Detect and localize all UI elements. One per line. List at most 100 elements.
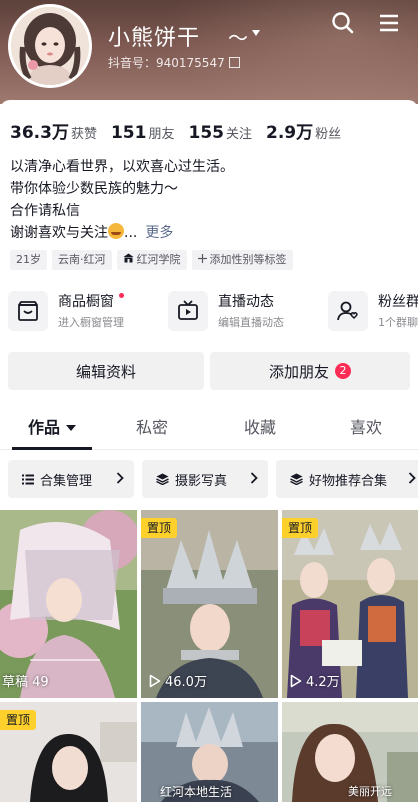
fan-group-icon <box>328 291 368 331</box>
bio-line: 合作请私信 <box>10 203 80 219</box>
feature-title: 直播动态 <box>218 294 274 310</box>
shop-window-icon <box>8 291 48 331</box>
tab-label: 收藏 <box>243 418 276 437</box>
weibo-watermark: 红河本地生活 <box>160 783 232 800</box>
stat-likes[interactable]: 36.3万 获赞 <box>10 118 97 143</box>
play-icon <box>290 674 302 687</box>
plus-icon <box>197 250 207 270</box>
stat-label: 粉丝 <box>315 127 342 142</box>
active-tab-indicator <box>12 447 92 450</box>
tag-location: 云南·红河 <box>52 250 112 270</box>
stat-friends[interactable]: 151 朋友 <box>111 123 175 143</box>
tag-text: 云南·红河 <box>58 253 106 266</box>
profile-nickname: 小熊饼干 <box>108 26 201 51</box>
chevron-right-icon <box>116 472 124 488</box>
video-thumbnail <box>141 510 278 698</box>
qr-code-icon[interactable] <box>228 57 240 68</box>
chevron-down-icon <box>66 425 76 431</box>
view-count-text: 46.0万 <box>165 675 207 690</box>
stat-value: 155 <box>188 123 224 143</box>
bio-line: 以清净心看世界，以欢喜心过生活。 <box>10 159 234 175</box>
pinned-label: 置顶 <box>141 518 178 538</box>
stat-label: 朋友 <box>148 127 175 142</box>
douyin-id-text: 抖音号：940175547 <box>108 56 225 70</box>
profile-tags: 21岁 云南·红河 红河学院 添加性别等标签 <box>10 250 298 270</box>
chip-photography[interactable]: 摄影写真 <box>142 460 268 498</box>
bio-line-last: 谢谢喜欢与关注... 更多 <box>10 222 410 244</box>
bio-more-link[interactable]: 更多 <box>145 225 173 241</box>
view-count-text: 4.2万 <box>306 675 340 690</box>
profile-content: 36.3万 获赞 151 朋友 155 关注 2.9万 粉丝 以清净心看世界，以欢喜心过… <box>0 100 418 804</box>
chevron-right-icon <box>408 472 416 488</box>
stats-row: 36.3万 获赞 151 朋友 155 关注 2.9万 粉丝 <box>10 118 355 143</box>
stat-following[interactable]: 155 关注 <box>188 123 252 143</box>
tab-label: 作品 <box>27 418 60 437</box>
bio-last-text: 谢谢喜欢与关注 <box>10 225 108 241</box>
account-switch-caret-icon[interactable] <box>252 30 260 36</box>
tab-favorites[interactable]: 收藏 <box>208 406 312 450</box>
tag-text: 21岁 <box>16 253 41 266</box>
chip-recommended-goods[interactable]: 好物推荐合集 <box>276 460 418 498</box>
bio-line: 带你体验少数民族的魅力～ <box>10 181 178 197</box>
edit-profile-label: 编辑资料 <box>75 362 136 381</box>
tab-private[interactable]: 私密 <box>100 406 204 450</box>
corner-watermark: 美丽开远 <box>348 783 392 799</box>
add-friend-button[interactable]: 添加朋友 2 <box>210 352 410 390</box>
watermark-text: 红河本地生活 <box>160 785 233 799</box>
video-tile[interactable]: 置顶 4.2万 <box>282 510 418 698</box>
draft-count: 草稿 49 <box>2 675 49 690</box>
tab-label: 私密 <box>135 418 168 437</box>
collection-chips: 合集管理 摄影写真 好物推荐合集 <box>8 460 418 500</box>
feature-subtitle: 编辑直播动态 <box>218 316 284 329</box>
live-tv-icon <box>168 291 208 331</box>
stat-label: 获赞 <box>70 127 97 142</box>
feature-fan-group[interactable]: 粉丝群 1个群聊 <box>328 288 418 336</box>
view-count: 4.2万 <box>290 671 340 690</box>
list-icon <box>22 474 34 485</box>
feature-live-updates[interactable]: 直播动态 编辑直播动态 <box>168 288 328 336</box>
video-tile[interactable]: 草稿 49 <box>0 510 137 698</box>
chip-collection-manage[interactable]: 合集管理 <box>8 460 134 498</box>
stack-icon <box>156 473 169 485</box>
bio[interactable]: 以清净心看世界，以欢喜心过生活。 带你体验少数民族的魅力～ 合作请私信 谢谢喜欢… <box>10 156 410 244</box>
stat-followers[interactable]: 2.9万 粉丝 <box>266 118 341 143</box>
tag-add-gender[interactable]: 添加性别等标签 <box>191 250 293 270</box>
menu-icon[interactable] <box>376 10 402 36</box>
video-grid: 草稿 49 置顶 46.0万 置顶 4.2万 置顶 <box>0 510 418 804</box>
video-tile[interactable]: 置顶 <box>0 702 137 802</box>
douyin-id[interactable]: 抖音号：940175547 <box>108 54 240 71</box>
pinned-label: 置顶 <box>0 710 37 730</box>
chip-label: 好物推荐合集 <box>309 473 388 489</box>
school-icon <box>123 250 134 270</box>
profile-header: 小熊饼干 ～ 抖音号：940175547 <box>0 0 418 104</box>
friend-request-badge: 2 <box>335 363 351 379</box>
stat-value: 151 <box>110 123 147 143</box>
smiling-face-emoji-icon <box>108 223 124 239</box>
edit-profile-button[interactable]: 编辑资料 <box>8 352 204 390</box>
tab-works[interactable]: 作品 <box>0 406 104 450</box>
tab-label: 喜欢 <box>349 418 382 437</box>
view-count: 46.0万 <box>149 671 207 690</box>
chevron-right-icon <box>250 472 258 488</box>
avatar[interactable] <box>8 4 92 88</box>
video-tile[interactable]: 置顶 46.0万 <box>141 510 278 698</box>
feature-entries: 商品橱窗 进入橱窗管理 直播动态 编辑直播动态 粉丝群 1个群聊 <box>8 288 418 336</box>
pinned-label: 置顶 <box>282 518 319 538</box>
tag-school[interactable]: 红河学院 <box>116 250 187 270</box>
feature-title: 粉丝群 <box>378 294 418 310</box>
stack-icon <box>290 473 303 485</box>
tag-text: 添加性别等标签 <box>209 253 287 266</box>
content-tabs: 作品 私密 收藏 喜欢 <box>0 406 418 450</box>
add-friend-label: 添加朋友 <box>268 362 329 381</box>
search-icon[interactable] <box>330 10 356 36</box>
play-icon <box>149 674 161 687</box>
notification-dot <box>119 293 124 298</box>
tag-text: 红河学院 <box>136 253 181 266</box>
feature-title: 商品橱窗 <box>58 294 114 310</box>
tab-likes[interactable]: 喜欢 <box>314 406 418 450</box>
watermark-corner-text: 美丽开远 <box>348 785 392 798</box>
chip-label: 合集管理 <box>40 473 93 489</box>
stat-value: 2.9万 <box>266 123 314 143</box>
feature-shop-window[interactable]: 商品橱窗 进入橱窗管理 <box>8 288 158 336</box>
nickname-suffix: ～ <box>228 26 248 50</box>
